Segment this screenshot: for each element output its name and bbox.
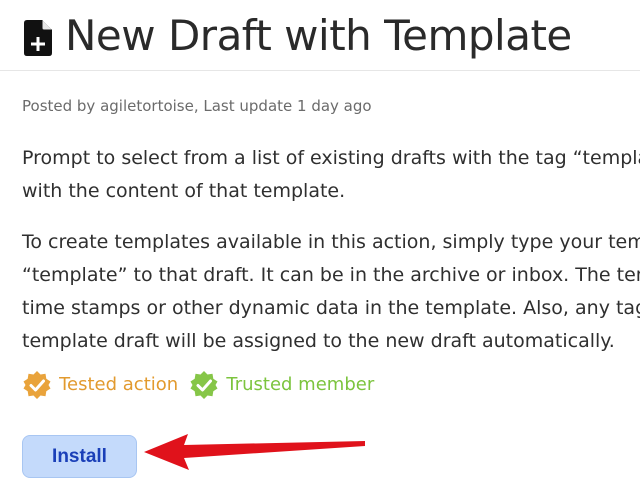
trusted-member-label: Trusted member	[226, 374, 375, 395]
post-meta: Posted by agiletortoise, Last update 1 d…	[22, 97, 372, 115]
badge-row: Tested action Trusted member	[22, 370, 374, 400]
tested-action-label: Tested action	[59, 374, 179, 395]
description-paragraph-1: Prompt to select from a list of existing…	[22, 142, 640, 208]
paragraph-line: template draft will be assigned to the n…	[22, 330, 615, 352]
paragraph-line: “template” to that draft. It can be in t…	[22, 264, 640, 286]
red-arrow-icon	[144, 434, 365, 470]
description-paragraph-2: To create templates available in this ac…	[22, 226, 640, 358]
new-document-icon	[24, 20, 52, 56]
trusted-check-badge-icon	[190, 371, 218, 399]
install-button[interactable]: Install	[22, 435, 137, 478]
action-detail-page: New Draft with Template Posted by agilet…	[0, 0, 640, 500]
paragraph-line: To create templates available in this ac…	[22, 231, 640, 253]
paragraph-line: Prompt to select from a list of existing…	[22, 147, 640, 169]
page-title: New Draft with Template	[65, 11, 572, 60]
paragraph-line: time stamps or other dynamic data in the…	[22, 297, 640, 319]
tested-check-badge-icon	[23, 371, 51, 399]
page-header: New Draft with Template	[0, 0, 640, 71]
paragraph-line: with the content of that template.	[22, 180, 346, 202]
